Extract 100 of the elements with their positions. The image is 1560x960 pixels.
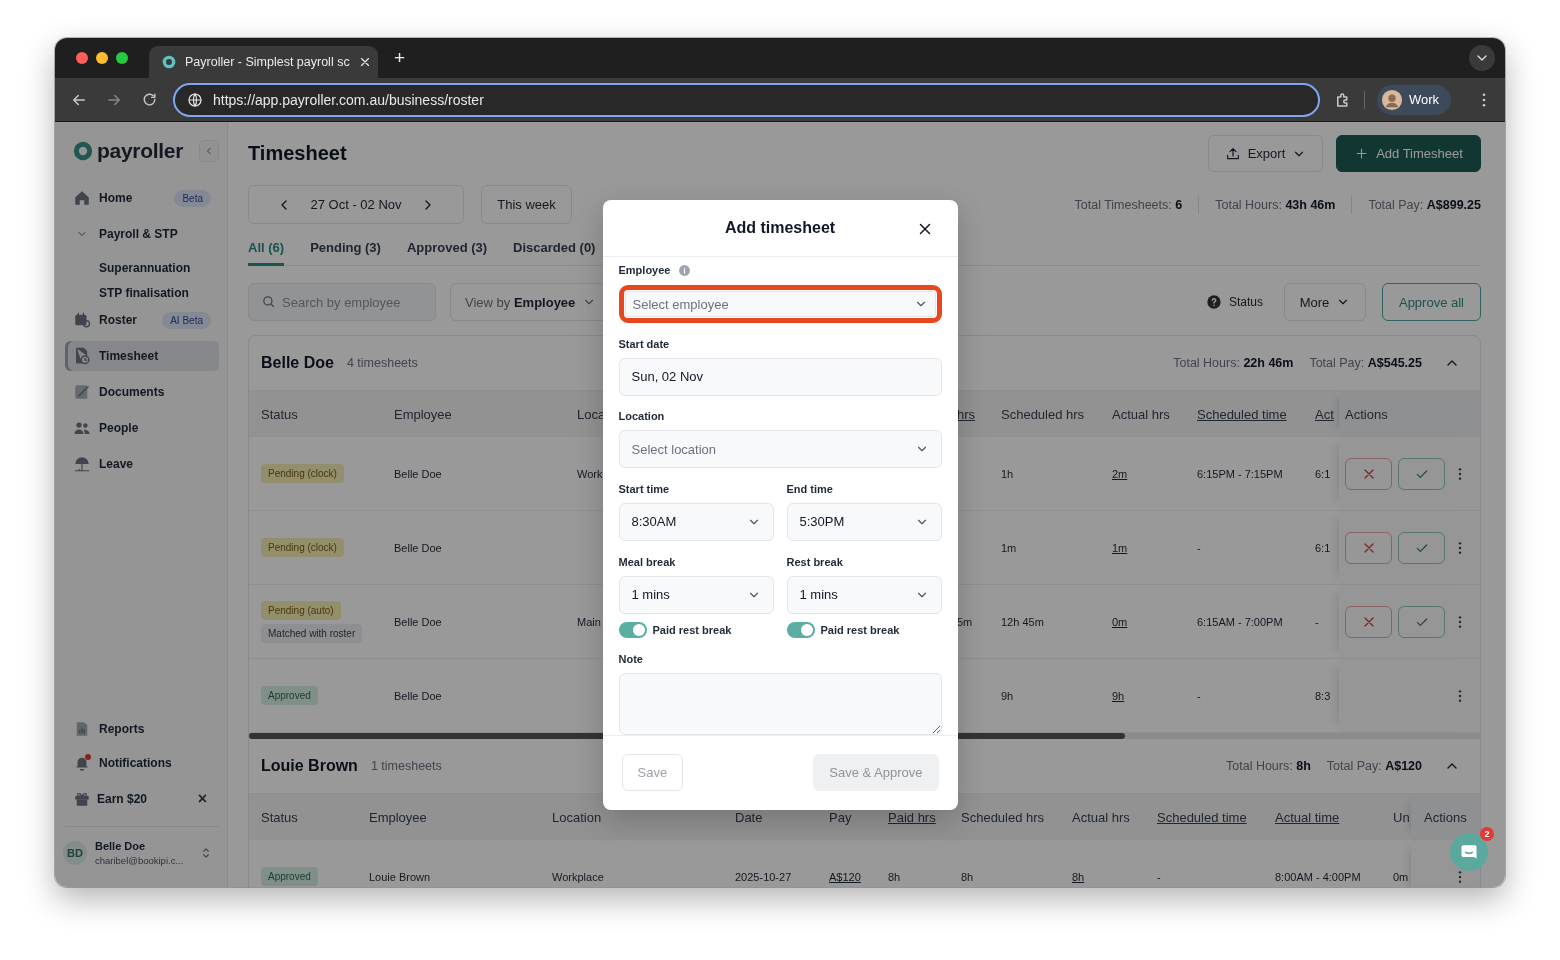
profile-button[interactable]: Work — [1377, 84, 1452, 115]
sidebar-item[interactable]: Timesheet — [65, 341, 219, 371]
close-button[interactable]: × — [193, 790, 211, 808]
table-cell-text: Belle Doe — [394, 689, 443, 702]
filter-tab[interactable]: Pending (3) — [310, 228, 381, 266]
sidebar-item[interactable]: Roster AI Beta — [65, 305, 219, 335]
table-cell-text: 8h — [961, 870, 975, 883]
sidebar-subitem[interactable]: Superannuation — [65, 255, 219, 280]
employee-select[interactable]: Select employee — [624, 291, 936, 318]
column-header: Actual hrs — [1112, 406, 1170, 422]
home-icon — [73, 189, 91, 207]
sidebar-item[interactable]: People — [65, 413, 219, 443]
search-field[interactable]: Search by employee — [248, 283, 436, 321]
column-header[interactable]: Scheduled time — [1197, 406, 1287, 422]
sidebar-item[interactable]: Home Beta — [65, 183, 219, 213]
field-label: Start date — [618, 338, 670, 351]
roster-tag: Matched with roster — [261, 623, 363, 643]
toggle-switch[interactable] — [618, 621, 647, 638]
table-cell-text: - — [1315, 615, 1320, 628]
sidebar-item[interactable]: Reports — [65, 714, 219, 744]
filter-tab[interactable]: Discarded (0) — [513, 228, 596, 266]
location-select[interactable]: Select location — [618, 430, 942, 468]
status-help-link[interactable]: Status — [1228, 295, 1263, 309]
time-select[interactable]: 5:30PM — [786, 502, 942, 541]
column-header: Actions — [1345, 406, 1388, 422]
column-header: Pay — [829, 809, 852, 825]
break-select[interactable]: 1 mins — [618, 575, 774, 614]
column-header[interactable]: hrs — [957, 406, 976, 422]
column-header[interactable]: Paid hrs — [888, 809, 936, 825]
timesheet-count: 1 timesheets — [370, 759, 442, 773]
sidebar-item[interactable]: Documents — [65, 377, 219, 407]
people-icon — [73, 419, 91, 437]
user-email: charibel@bookipi.c... — [95, 854, 184, 866]
table-link[interactable]: 9h — [1112, 689, 1197, 702]
add-timesheet-button[interactable]: Add Timesheet — [1336, 135, 1481, 172]
sidebar-item[interactable]: Payroll & STP — [65, 219, 219, 249]
this-week-button[interactable]: This week — [481, 185, 572, 224]
help-icon — [1205, 294, 1222, 310]
field-label: Employee — [618, 264, 671, 277]
field-label: Start time — [618, 482, 670, 495]
column-header[interactable]: Act — [1315, 406, 1334, 422]
badge: Beta — [174, 189, 211, 207]
note-field[interactable] — [618, 672, 942, 735]
field-label: Note — [618, 652, 643, 665]
address-bar[interactable]: https://app.payroller.com.au/business/roster — [173, 82, 1320, 117]
toggle-label: Paid rest break — [652, 623, 732, 636]
table-link[interactable]: 2m — [1112, 467, 1197, 480]
browser-tab[interactable]: Payroller - Simplest payroll sc — [149, 46, 378, 78]
export-button[interactable]: Export — [1208, 135, 1323, 172]
info-icon — [678, 263, 692, 277]
filter-tab[interactable]: All (6) — [248, 228, 285, 266]
table-cell-text: 2025-10-27 — [735, 870, 793, 883]
filter-tab[interactable]: Approved (3) — [406, 228, 488, 266]
column-header: Date — [735, 809, 763, 825]
table-cell-text: 8:3 — [1315, 689, 1332, 702]
page-title: Timesheet — [248, 142, 347, 165]
sidebar-subitem[interactable]: STP finalisation — [65, 280, 219, 305]
window-control-dot[interactable] — [116, 52, 128, 64]
logo-text: payroller — [97, 139, 183, 163]
new-tab-button[interactable]: + — [390, 38, 410, 78]
approve-all-button[interactable]: Approve all — [1382, 283, 1481, 321]
umbrella-icon — [73, 455, 91, 473]
table-link[interactable]: A$120 — [829, 870, 888, 883]
window-control-dot[interactable] — [76, 52, 88, 64]
window-control-dot[interactable] — [96, 52, 108, 64]
table-link[interactable]: 8h — [1072, 870, 1157, 883]
table-cell-text: 9h — [1001, 689, 1015, 702]
table-cell-text: Workplace — [552, 870, 605, 883]
user-name: Belle Doe — [95, 839, 147, 852]
status-badge: Approved — [261, 867, 318, 886]
toggle-label: Paid rest break — [820, 623, 900, 636]
table-cell-text: - — [1157, 870, 1162, 883]
table-link[interactable]: 0m — [1112, 615, 1197, 628]
column-header: Status — [261, 809, 298, 825]
status-badge: Pending (auto) — [261, 600, 341, 620]
table-cell-text: 6:15AM - 7:00PM — [1197, 615, 1284, 628]
date-range: 27 Oct - 02 Nov — [310, 197, 402, 212]
toggle-switch[interactable] — [786, 621, 815, 638]
sidebar-item[interactable]: Notifications — [65, 748, 219, 778]
table-link[interactable]: 1m — [1112, 541, 1197, 554]
table-cell-text: 8:00AM - 4:00PM — [1275, 870, 1362, 883]
time-select[interactable]: 8:30AM — [618, 502, 774, 541]
avatar-icon — [1381, 88, 1403, 111]
promo-link[interactable]: Earn $20 — [97, 792, 148, 806]
column-header: Scheduled hrs — [961, 809, 1045, 825]
group-total: Total Hours: 8h — [1226, 759, 1311, 773]
field-label: Location — [618, 410, 665, 423]
date-field[interactable]: Sun, 02 Nov — [618, 358, 942, 396]
group-total: Total Hours: 22h 46m — [1173, 356, 1294, 370]
more-dropdown[interactable]: More — [1284, 283, 1366, 321]
column-header[interactable]: Scheduled time — [1157, 809, 1247, 825]
sidebar-item[interactable]: Leave — [65, 449, 219, 479]
table-cell-text: Louie Brown — [369, 870, 432, 883]
column-header: Scheduled hrs — [1001, 406, 1085, 422]
table-cell-text: Belle Doe — [394, 467, 443, 480]
dialog-title: Add timesheet — [724, 218, 836, 237]
table-cell-text: 6:1 — [1315, 541, 1332, 554]
logo-icon — [73, 141, 93, 161]
break-select[interactable]: 1 mins — [786, 575, 942, 614]
column-header[interactable]: Actual time — [1275, 809, 1340, 825]
